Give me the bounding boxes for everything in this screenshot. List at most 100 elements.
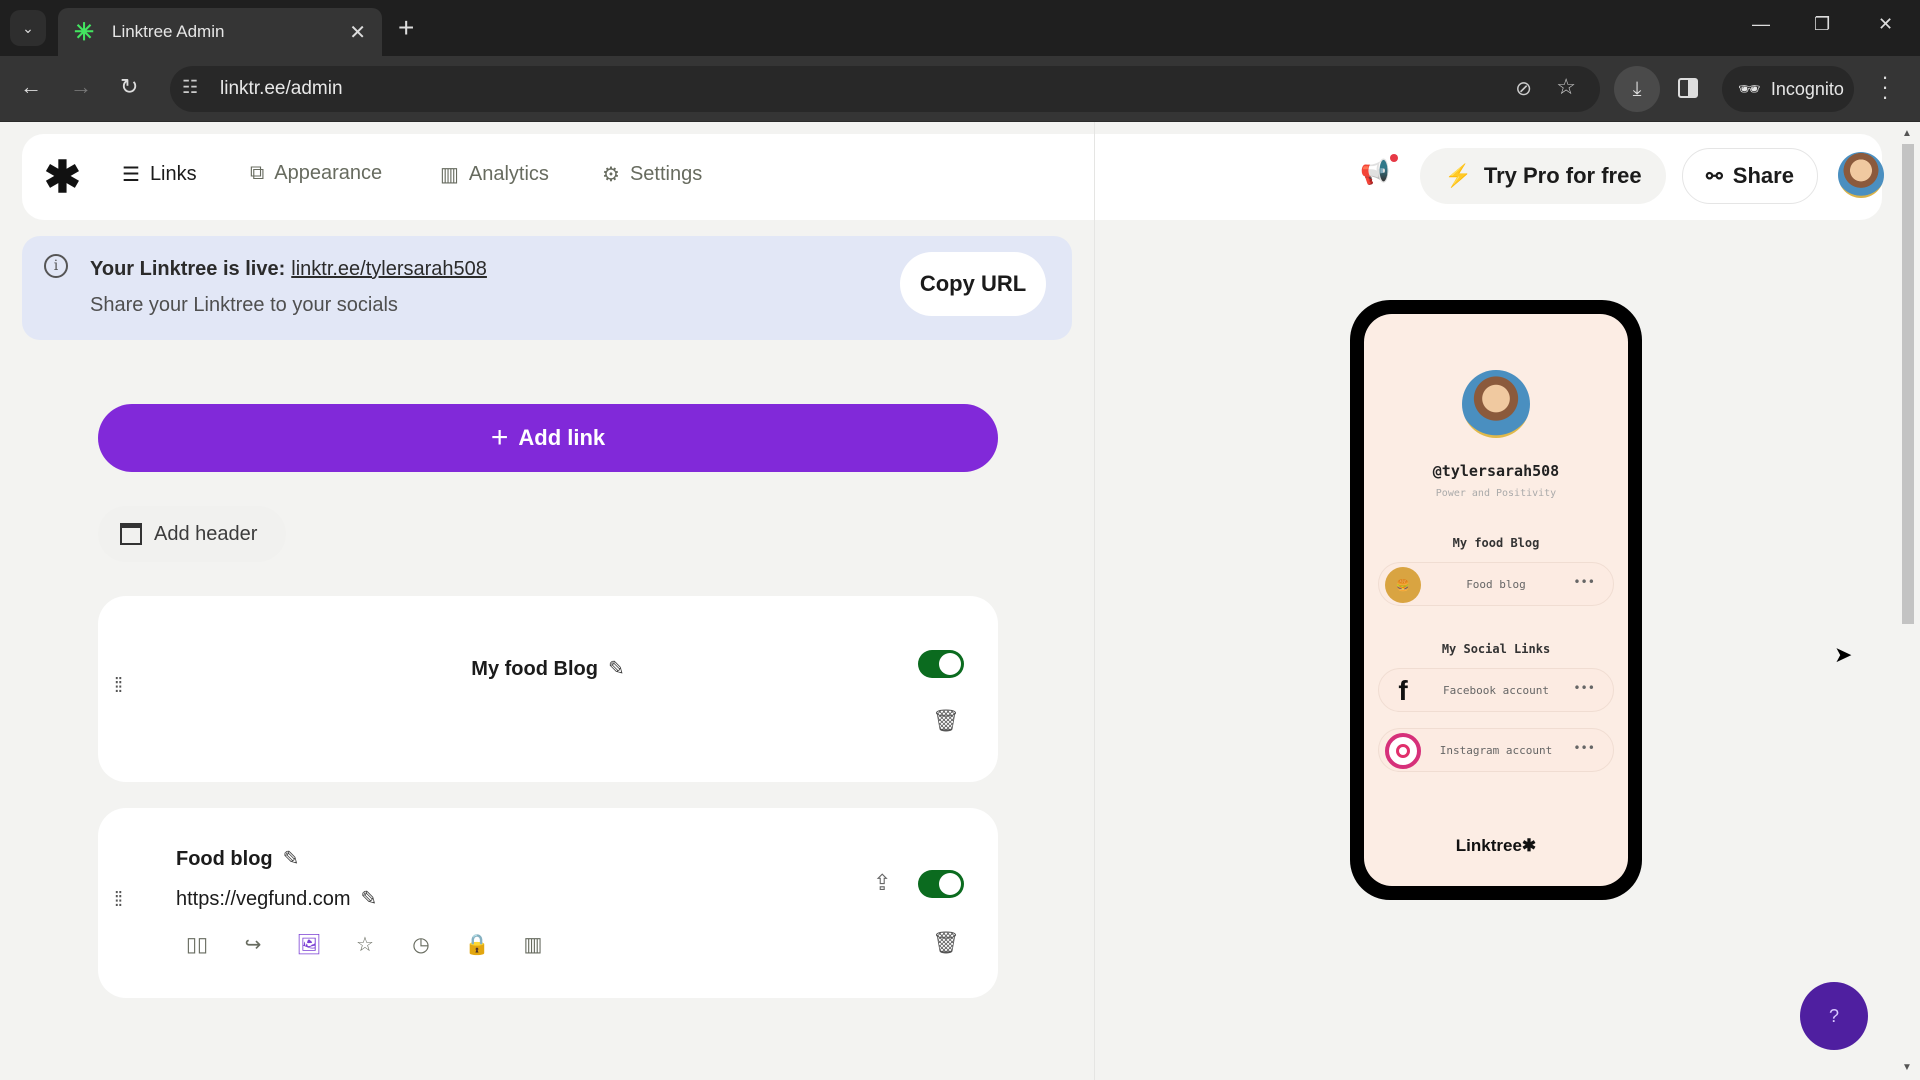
drag-handle-icon[interactable]: ⁞⁞ (114, 676, 123, 696)
layout-icon[interactable]: ▯▯ (184, 932, 210, 957)
link-title-text[interactable]: Food blog (176, 848, 273, 870)
try-pro-label: Try Pro for free (1483, 163, 1642, 188)
link-url-text[interactable]: https://vegfund.com (176, 888, 351, 910)
incognito-icon: 🕶 (1738, 78, 1761, 99)
side-panel-icon[interactable] (1678, 78, 1698, 98)
edit-pencil-icon[interactable]: ✎ (283, 848, 300, 870)
preview-link-button[interactable]: 🍔 Food blog ••• (1378, 562, 1614, 606)
share-nodes-icon: ⚯ (1706, 165, 1723, 188)
analytics-icon[interactable]: ▥ (520, 932, 546, 957)
link-tools: ▯▯ ↪ 🖼 ☆ ◷ 🔒 ▥ (184, 932, 546, 957)
star-icon[interactable]: ☆ (352, 932, 378, 957)
live-label: Your Linktree is live: (90, 258, 286, 280)
nav-analytics[interactable]: ▥ Analytics (440, 162, 549, 187)
nav-settings[interactable]: ⚙ Settings (602, 162, 702, 187)
incognito-indicator[interactable]: 🕶 Incognito (1722, 66, 1854, 112)
browser-tab-bar: ⌄ ✳ Linktree Admin ✕ + — ❐ ✕ (0, 0, 1920, 56)
lock-icon[interactable]: 🔒 (464, 932, 490, 957)
delete-trash-icon[interactable]: 🗑 (932, 708, 960, 734)
header-icon (120, 523, 142, 545)
scroll-down-arrow-icon[interactable]: ▼ (1902, 1062, 1912, 1073)
reload-icon[interactable]: ↻ (120, 74, 138, 100)
preview-link-button[interactable]: Instagram account ••• (1378, 728, 1614, 772)
preview-link-label: Facebook account (1443, 683, 1549, 697)
header-title-text[interactable]: My food Blog (471, 658, 598, 680)
link-title: Food blog ✎ (176, 846, 299, 871)
site-settings-icon[interactable]: ☷ (182, 77, 198, 98)
add-header-button[interactable]: Add header (98, 506, 286, 562)
preview-avatar (1462, 370, 1530, 438)
add-link-button[interactable]: + Add link (98, 404, 998, 472)
bookmark-star-icon[interactable]: ☆ (1556, 74, 1576, 100)
notification-dot (1389, 154, 1398, 162)
drag-handle-icon[interactable]: ⁞⁞ (114, 890, 123, 910)
preview-link-button[interactable]: f Facebook account ••• (1378, 668, 1614, 712)
announcements-megaphone-icon[interactable]: 📢 (1360, 154, 1398, 187)
help-button[interactable]: ? (1800, 982, 1868, 1050)
preview-section-heading: My Social Links (1441, 642, 1551, 656)
more-options-icon[interactable]: ••• (1573, 575, 1595, 589)
link-visibility-toggle[interactable] (918, 870, 964, 898)
gear-icon: ⚙ (602, 164, 620, 186)
nav-links[interactable]: ☰ Links (122, 162, 197, 187)
close-tab-icon[interactable]: ✕ (349, 20, 366, 45)
share-link-icon[interactable]: ⇪ (873, 870, 891, 896)
linktree-logo-icon[interactable]: ✱ (44, 152, 81, 203)
edit-pencil-icon[interactable]: ✎ (608, 658, 625, 680)
share-label: Share (1732, 163, 1794, 188)
incognito-label: Incognito (1770, 78, 1844, 99)
top-navigation: ✱ ☰ Links ⧉ Appearance ▥ Analytics ⚙ Set… (22, 134, 1884, 220)
nav-label: Settings (629, 163, 703, 185)
plus-icon: + (490, 421, 509, 454)
browser-tab[interactable]: ✳ Linktree Admin ✕ (58, 8, 382, 56)
header-card: ⁞⁞ My food Blog ✎ 🗑 (98, 596, 998, 782)
bar-chart-icon: ▥ (440, 164, 459, 186)
copy-url-button[interactable]: Copy URL (900, 252, 1046, 316)
share-button[interactable]: ⚯ Share (1682, 148, 1818, 204)
phone-preview: @tylersarah508 Power and Positivity My f… (1350, 300, 1642, 900)
thumbnail-icon[interactable]: 🖼 (296, 932, 322, 957)
instagram-icon (1385, 733, 1421, 769)
preview-linktree-footer[interactable]: Linktree✱ (1364, 836, 1628, 856)
minimize-button[interactable]: — (1752, 14, 1770, 35)
linktree-admin: ✱ ☰ Links ⧉ Appearance ▥ Analytics ⚙ Set… (0, 122, 1920, 1080)
nav-appearance[interactable]: ⧉ Appearance (250, 162, 382, 185)
tab-title: Linktree Admin (112, 22, 225, 41)
download-icon[interactable]: ⤓ (1614, 66, 1660, 112)
delete-trash-icon[interactable]: 🗑 (932, 930, 960, 956)
more-options-icon[interactable]: ••• (1573, 681, 1595, 695)
profile-avatar[interactable] (1838, 152, 1884, 198)
preview-section-heading: My food Blog (1452, 536, 1540, 550)
restore-button[interactable]: ❐ (1814, 14, 1830, 35)
nav-label: Links (149, 163, 197, 185)
edit-pencil-icon[interactable]: ✎ (361, 888, 378, 910)
preview-screen: @tylersarah508 Power and Positivity My f… (1364, 314, 1628, 886)
new-tab-button[interactable]: + (398, 12, 414, 44)
add-header-label: Add header (154, 522, 258, 545)
schedule-icon[interactable]: ◷ (408, 932, 434, 957)
mouse-cursor-icon: ➤ (1834, 642, 1853, 667)
eye-off-icon[interactable]: ⊘ (1515, 76, 1532, 101)
redirect-icon[interactable]: ↪ (240, 932, 266, 957)
close-window-button[interactable]: ✕ (1878, 14, 1893, 35)
shapes-icon: ⧉ (250, 162, 265, 184)
live-text: Your Linktree is live: linktr.ee/tylersar… (90, 258, 487, 281)
header-title: My food Blog ✎ (98, 656, 998, 681)
header-visibility-toggle[interactable] (918, 650, 964, 678)
address-bar[interactable]: ☷ linktr.ee/admin ⊘ ☆ (170, 66, 1600, 112)
url-text[interactable]: linktr.ee/admin (220, 78, 343, 100)
preview-bio: Power and Positivity (1435, 488, 1557, 499)
browser-menu-icon[interactable]: · · · (1880, 66, 1890, 108)
linktree-favicon-icon: ✳ (74, 18, 95, 46)
try-pro-button[interactable]: ⚡ Try Pro for free (1420, 148, 1666, 204)
scroll-up-arrow-icon[interactable]: ▲ (1902, 128, 1912, 139)
live-url-link[interactable]: linktr.ee/tylersarah508 (291, 258, 487, 280)
more-options-icon[interactable]: ••• (1573, 741, 1595, 755)
scrollbar-thumb[interactable] (1902, 144, 1914, 624)
tab-list-button[interactable]: ⌄ (10, 10, 46, 46)
share-subtext: Share your Linktree to your socials (90, 294, 398, 316)
back-icon[interactable]: ← (20, 74, 42, 100)
facebook-icon: f (1398, 675, 1408, 706)
link-url: https://vegfund.com ✎ (176, 886, 377, 911)
forward-icon[interactable]: → (70, 74, 92, 100)
